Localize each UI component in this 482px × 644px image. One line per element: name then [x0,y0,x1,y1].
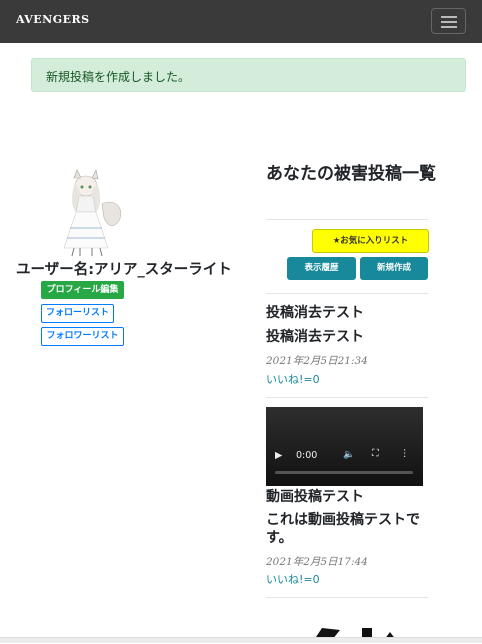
top-navbar: AVENGERS [0,0,482,43]
success-alert: 新規投稿を作成しました。 [31,58,466,92]
divider [266,293,428,294]
video-progress-bar[interactable] [275,471,413,474]
favorites-list-button[interactable]: ★お気に入りリスト [312,229,429,253]
hamburger-menu-icon[interactable] [431,8,466,34]
video-player[interactable]: ▶ 0:00 🔈 ⛶ ⋮ [266,407,423,486]
post-date: 2021年2月5日21:34 [266,355,368,367]
brand-logo[interactable]: AVENGERS [16,13,90,26]
page-bottom-edge [0,637,482,643]
post-title[interactable]: 動画投稿テスト [266,487,431,507]
video-time: 0:00 [296,450,318,461]
follow-list-button[interactable]: フォローリスト [41,304,114,323]
page-title: あなたの被害投稿一覧 [266,164,436,184]
follower-list-button[interactable]: フォロワーリスト [41,327,124,346]
divider [266,219,428,220]
like-count-link[interactable]: いいね!=0 [266,371,320,387]
next-post-preview [300,625,410,640]
volume-icon[interactable]: 🔈 [343,449,355,460]
like-count-link[interactable]: いいね!=0 [266,571,320,587]
username-label: ユーザー名:アリア_スターライト [16,262,232,278]
more-options-icon[interactable]: ⋮ [400,448,410,459]
post-body: 投稿消去テスト [266,329,364,345]
character-avatar-icon [50,168,128,260]
post-title[interactable]: 投稿消去テスト [266,303,431,323]
new-post-button[interactable]: 新規作成 [360,257,428,280]
play-icon[interactable]: ▶ [275,450,282,461]
post-body: これは動画投稿テストです。 [266,512,420,546]
fullscreen-icon[interactable]: ⛶ [372,448,379,459]
view-history-button[interactable]: 表示履歴 [287,257,356,280]
divider [266,597,428,598]
edit-profile-button[interactable]: プロフィール編集 [41,281,124,299]
divider [266,397,428,398]
post-date: 2021年2月5日17:44 [266,556,368,568]
